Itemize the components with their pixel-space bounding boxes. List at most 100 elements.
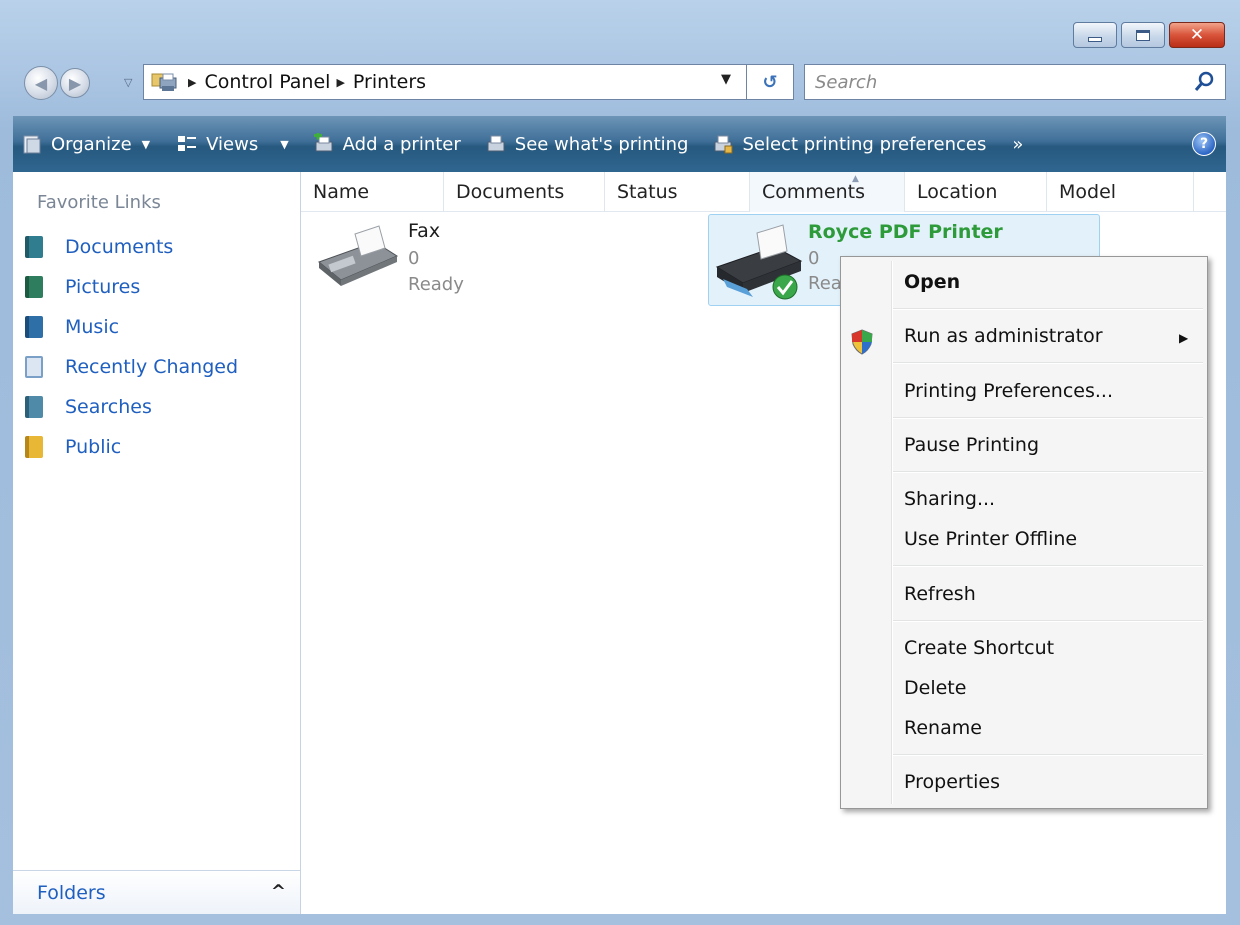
navigation-pane: Favorite Links Documents Pictures Music …: [13, 172, 301, 914]
menu-separator: [893, 362, 1203, 364]
menu-separator: [893, 308, 1203, 310]
column-header-name[interactable]: Name: [301, 172, 444, 212]
refresh-button[interactable]: ↺: [746, 64, 794, 100]
more-commands-button[interactable]: »: [1006, 116, 1029, 172]
pictures-icon: [25, 276, 43, 298]
forward-arrow-icon: ▶: [68, 73, 82, 93]
organize-dropdown-icon: ▼: [141, 137, 151, 151]
submenu-arrow-icon: ▶: [1179, 331, 1189, 345]
close-icon: ✕: [1189, 25, 1205, 45]
address-bar[interactable]: ▶ Control Panel ▶ Printers: [143, 64, 768, 100]
back-button[interactable]: ◀: [24, 66, 58, 100]
menu-item-refresh[interactable]: Refresh: [904, 578, 976, 610]
breadcrumb-printers[interactable]: Printers: [353, 71, 426, 93]
address-dropdown-icon[interactable]: ▼: [721, 72, 731, 87]
minimize-icon: [1088, 36, 1102, 42]
sidebar-item-documents[interactable]: Documents: [25, 227, 173, 267]
command-bar: Organize ▼ Views ▼ Add a printer See wha…: [13, 116, 1226, 172]
uac-shield-icon: [851, 329, 873, 355]
printing-preferences-icon: [714, 135, 733, 154]
menu-item-create-shortcut[interactable]: Create Shortcut: [904, 632, 1054, 664]
menu-item-sharing[interactable]: Sharing...: [904, 483, 995, 515]
sidebar-item-searches[interactable]: Searches: [25, 387, 152, 427]
views-dropdown-icon: ▼: [280, 137, 289, 151]
menu-item-use-printer-offline[interactable]: Use Printer Offline: [904, 523, 1077, 555]
organize-button[interactable]: Organize ▼: [13, 116, 156, 172]
add-printer-icon: [313, 133, 333, 152]
column-header-model[interactable]: Model: [1047, 172, 1194, 212]
searches-icon: [25, 396, 43, 418]
printer-name: Fax: [408, 220, 441, 242]
menu-item-printing-preferences[interactable]: Printing Preferences...: [904, 375, 1113, 407]
fax-icon: [317, 225, 399, 286]
menu-item-pause-printing[interactable]: Pause Printing: [904, 429, 1039, 461]
add-printer-label: Add a printer: [342, 133, 461, 155]
menu-item-run-as-administrator[interactable]: Run as administrator: [904, 320, 1103, 352]
menu-separator: [893, 417, 1203, 419]
menu-item-delete[interactable]: Delete: [904, 672, 966, 704]
sidebar-item-label: Recently Changed: [65, 356, 239, 378]
help-icon[interactable]: ?: [1192, 132, 1216, 156]
sidebar-item-label: Music: [65, 316, 120, 338]
chevron-up-icon: ^: [270, 881, 286, 902]
documents-icon: [25, 236, 43, 258]
close-button[interactable]: ✕: [1169, 22, 1225, 48]
views-label: Views: [206, 133, 259, 155]
sidebar-item-label: Public: [65, 436, 122, 458]
recently-changed-icon: [25, 356, 43, 378]
views-icon: [178, 136, 197, 151]
search-box[interactable]: [804, 64, 1226, 100]
sidebar-item-public[interactable]: Public: [25, 427, 121, 467]
column-header-comments[interactable]: Comments: [750, 172, 905, 212]
sidebar-item-label: Pictures: [65, 276, 141, 298]
select-printing-preferences-button[interactable]: Select printing preferences: [706, 116, 992, 172]
sidebar-item-pictures[interactable]: Pictures: [25, 267, 140, 307]
breadcrumb-control-panel[interactable]: Control Panel: [204, 71, 330, 93]
folders-label: Folders: [37, 881, 106, 904]
menu-gutter: [891, 261, 893, 804]
column-header-status[interactable]: Status: [605, 172, 750, 212]
chevron-double-right-icon: »: [1012, 133, 1024, 155]
organize-label: Organize: [51, 133, 132, 155]
forward-button[interactable]: ▶: [60, 68, 90, 98]
search-icon[interactable]: [1193, 71, 1215, 93]
add-printer-button[interactable]: Add a printer: [307, 116, 467, 172]
menu-item-properties[interactable]: Properties: [904, 766, 1000, 798]
context-menu: Open Run as administrator ▶ Printing Pre…: [840, 256, 1208, 809]
printer-documents-count: 0: [808, 248, 820, 269]
menu-separator: [893, 620, 1203, 622]
sidebar-item-music[interactable]: Music: [25, 307, 119, 347]
breadcrumb-separator-icon: ▶: [336, 75, 345, 89]
menu-item-rename[interactable]: Rename: [904, 712, 982, 744]
sidebar-item-label: Searches: [65, 396, 152, 418]
window-frame: ✕ ◀ ▶ ▽ ▶ Control Panel ▶ Printers ▼ ↺ S…: [0, 0, 1240, 925]
back-arrow-icon: ◀: [34, 73, 48, 93]
search-input[interactable]: [815, 71, 1175, 93]
menu-separator: [893, 471, 1203, 473]
breadcrumb-separator-icon: ▶: [188, 75, 197, 89]
column-header-location[interactable]: Location: [905, 172, 1047, 212]
see-whats-printing-button[interactable]: See what's printing: [479, 116, 695, 172]
column-header-documents[interactable]: Documents: [444, 172, 605, 212]
minimize-button[interactable]: [1073, 22, 1117, 48]
folders-toggle[interactable]: Folders ^: [13, 870, 300, 914]
music-icon: [25, 316, 43, 338]
refresh-icon: ↺: [762, 71, 778, 93]
menu-separator: [893, 754, 1203, 756]
favorite-links-heading: Favorite Links: [37, 192, 161, 213]
menu-item-open[interactable]: Open: [904, 266, 960, 298]
recent-pages-dropdown[interactable]: ▽: [124, 76, 132, 89]
column-headers: Name Documents Status Comments Location …: [301, 172, 1226, 212]
default-printer-icon: [715, 224, 803, 300]
organize-icon: [23, 135, 41, 154]
see-whats-printing-label: See what's printing: [514, 133, 689, 155]
printer-status: Ready: [408, 274, 464, 295]
select-printing-preferences-label: Select printing preferences: [742, 133, 987, 155]
menu-separator: [893, 565, 1203, 567]
printer-item-fax[interactable]: Fax 0 Ready: [311, 218, 491, 308]
maximize-button[interactable]: [1121, 22, 1165, 48]
print-queue-icon: [487, 135, 505, 152]
printer-documents-count: 0: [408, 248, 420, 269]
sidebar-item-recently-changed[interactable]: Recently Changed: [25, 347, 238, 387]
views-button[interactable]: Views ▼: [170, 116, 295, 172]
